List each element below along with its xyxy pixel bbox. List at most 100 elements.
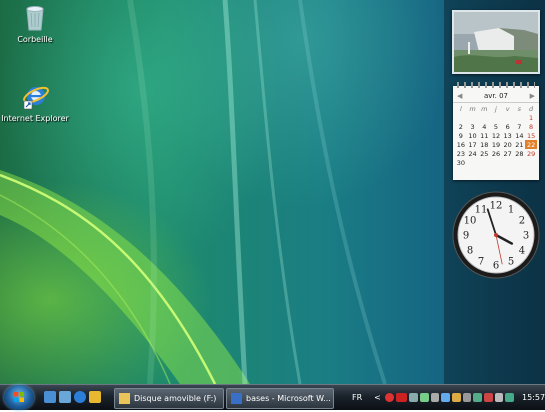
calendar-day[interactable]: 19	[490, 140, 502, 149]
recycle-bin-shortcut[interactable]: Corbeille	[0, 3, 70, 44]
clock-numeral: 8	[467, 246, 473, 257]
taskbar-clock[interactable]: 15:57	[522, 393, 545, 402]
calendar-day[interactable]: 1	[525, 113, 537, 122]
calendar-day	[478, 158, 490, 167]
task-button-label: bases - Microsoft W...	[246, 394, 331, 403]
calendar-day[interactable]: 18	[478, 140, 490, 149]
clock-numeral: 5	[508, 256, 514, 267]
volume-icon[interactable]	[494, 393, 504, 402]
recycle-bin-icon	[26, 6, 44, 31]
power-icon[interactable]	[505, 393, 515, 402]
clock-numeral: 4	[519, 246, 525, 257]
start-button[interactable]	[4, 385, 34, 410]
safely-remove-icon[interactable]	[451, 393, 461, 402]
calendar-day	[502, 113, 514, 122]
calendar-gadget[interactable]: ◀ avr. 07 ▶ l m m j v s d 1 2 3 4 5 6 7 8 9 10 11 1…	[453, 82, 539, 180]
calendar-day[interactable]: 27	[502, 149, 514, 158]
calendar-day[interactable]: 4	[478, 122, 490, 131]
clock-gadget[interactable]: 12 12 3 45678 9 1011	[451, 190, 541, 280]
slideshow-photo	[454, 12, 538, 72]
task-button-word[interactable]: bases - Microsoft W...	[226, 388, 334, 409]
calendar-day[interactable]: 2	[455, 122, 467, 131]
calendar-binding	[457, 82, 535, 88]
system-tray: FR < 15:57	[350, 385, 545, 410]
alert-icon[interactable]	[483, 393, 493, 402]
clock-center	[494, 233, 498, 237]
calendar-day[interactable]: 14	[514, 131, 526, 140]
calendar-day[interactable]: 28	[514, 149, 526, 158]
calendar-day	[525, 158, 537, 167]
calendar-day[interactable]: 25	[478, 149, 490, 158]
calendar-day[interactable]: 5	[490, 122, 502, 131]
clock-numeral: 9	[463, 231, 469, 242]
recycle-bin-label: Corbeille	[17, 35, 53, 44]
calendar-day[interactable]: 21	[514, 140, 526, 149]
media-player-icon[interactable]	[89, 391, 101, 403]
calendar-day[interactable]: 7	[514, 122, 526, 131]
show-hidden-icons-button[interactable]: <	[374, 393, 381, 402]
calendar-week: 9 10 11 12 13 14 15	[455, 131, 537, 140]
calendar-day	[467, 158, 479, 167]
calendar-day[interactable]: 20	[502, 140, 514, 149]
clock-numeral: 12	[490, 201, 503, 212]
bluetooth-icon[interactable]	[441, 393, 450, 402]
calendar-day[interactable]: 15	[525, 131, 537, 140]
clock-numeral: 7	[478, 256, 484, 267]
switch-windows-icon[interactable]	[59, 391, 71, 403]
next-month-icon[interactable]: ▶	[530, 92, 535, 100]
folder-icon	[119, 393, 130, 404]
calendar-week: 30	[455, 158, 537, 167]
calendar-day[interactable]: 8	[525, 122, 537, 131]
calendar-day[interactable]: 3	[467, 122, 479, 131]
word-document-icon	[231, 393, 242, 404]
task-button-removable-disk[interactable]: Disque amovible (F:)	[114, 388, 224, 409]
calendar-day[interactable]: 29	[525, 149, 537, 158]
calendar-day[interactable]: 9	[455, 131, 467, 140]
network-icon[interactable]	[409, 393, 418, 402]
calendar-day[interactable]: 22	[525, 140, 537, 149]
calendar-week: 2345678	[455, 122, 537, 131]
printer-icon[interactable]	[462, 393, 472, 402]
internet-explorer-icon[interactable]	[74, 391, 86, 403]
calendar-week: 16 17 18 19 20 21 22	[455, 140, 537, 149]
security-icon[interactable]	[395, 393, 408, 402]
weekday: l	[459, 104, 462, 113]
antivirus-icon[interactable]	[384, 393, 394, 402]
previous-month-icon[interactable]: ◀	[457, 92, 462, 100]
language-indicator[interactable]: FR	[352, 393, 362, 402]
calendar-day[interactable]: 24	[467, 149, 479, 158]
calendar-day[interactable]: 30	[455, 158, 467, 167]
task-button-label: Disque amovible (F:)	[134, 394, 217, 403]
calendar-header: ◀ avr. 07 ▶	[453, 86, 539, 103]
calendar-day[interactable]: 11	[478, 131, 490, 140]
calendar-week: 1	[455, 113, 537, 122]
calendar-day[interactable]: 17	[467, 140, 479, 149]
monitor-icon[interactable]	[473, 393, 482, 402]
weekday: m	[481, 104, 488, 113]
update-icon[interactable]	[419, 393, 429, 402]
calendar-grid: l m m j v s d 1 2 3 4 5 6 7 8 9 10 11 12 13 14 15 16 17 1…	[455, 104, 537, 167]
calendar-day	[514, 113, 526, 122]
clock-numeral: 11	[475, 205, 488, 216]
internet-explorer-icon	[23, 86, 49, 110]
weekday: v	[505, 104, 510, 113]
calendar-day[interactable]: 12	[490, 131, 502, 140]
slideshow-gadget[interactable]	[452, 10, 540, 74]
clock-numeral: 10	[464, 216, 477, 227]
calendar-day	[514, 158, 526, 167]
calendar-day	[490, 158, 502, 167]
calendar-day[interactable]: 10	[467, 131, 479, 140]
internet-explorer-shortcut[interactable]: Internet Explorer	[0, 82, 70, 123]
calendar-day[interactable]: 26	[490, 149, 502, 158]
internet-explorer-label: Internet Explorer	[1, 114, 69, 123]
clock-numeral: 3	[523, 231, 529, 242]
weekday: d	[529, 104, 534, 113]
calendar-day[interactable]: 23	[455, 149, 467, 158]
weekday: m	[469, 104, 476, 113]
calendar-week: 23 24 25 26 27 28 29	[455, 149, 537, 158]
show-desktop-icon[interactable]	[44, 391, 56, 403]
calendar-day[interactable]: 13	[502, 131, 514, 140]
device-icon[interactable]	[430, 393, 440, 402]
calendar-day[interactable]: 6	[502, 122, 514, 131]
calendar-day[interactable]: 16	[455, 140, 467, 149]
